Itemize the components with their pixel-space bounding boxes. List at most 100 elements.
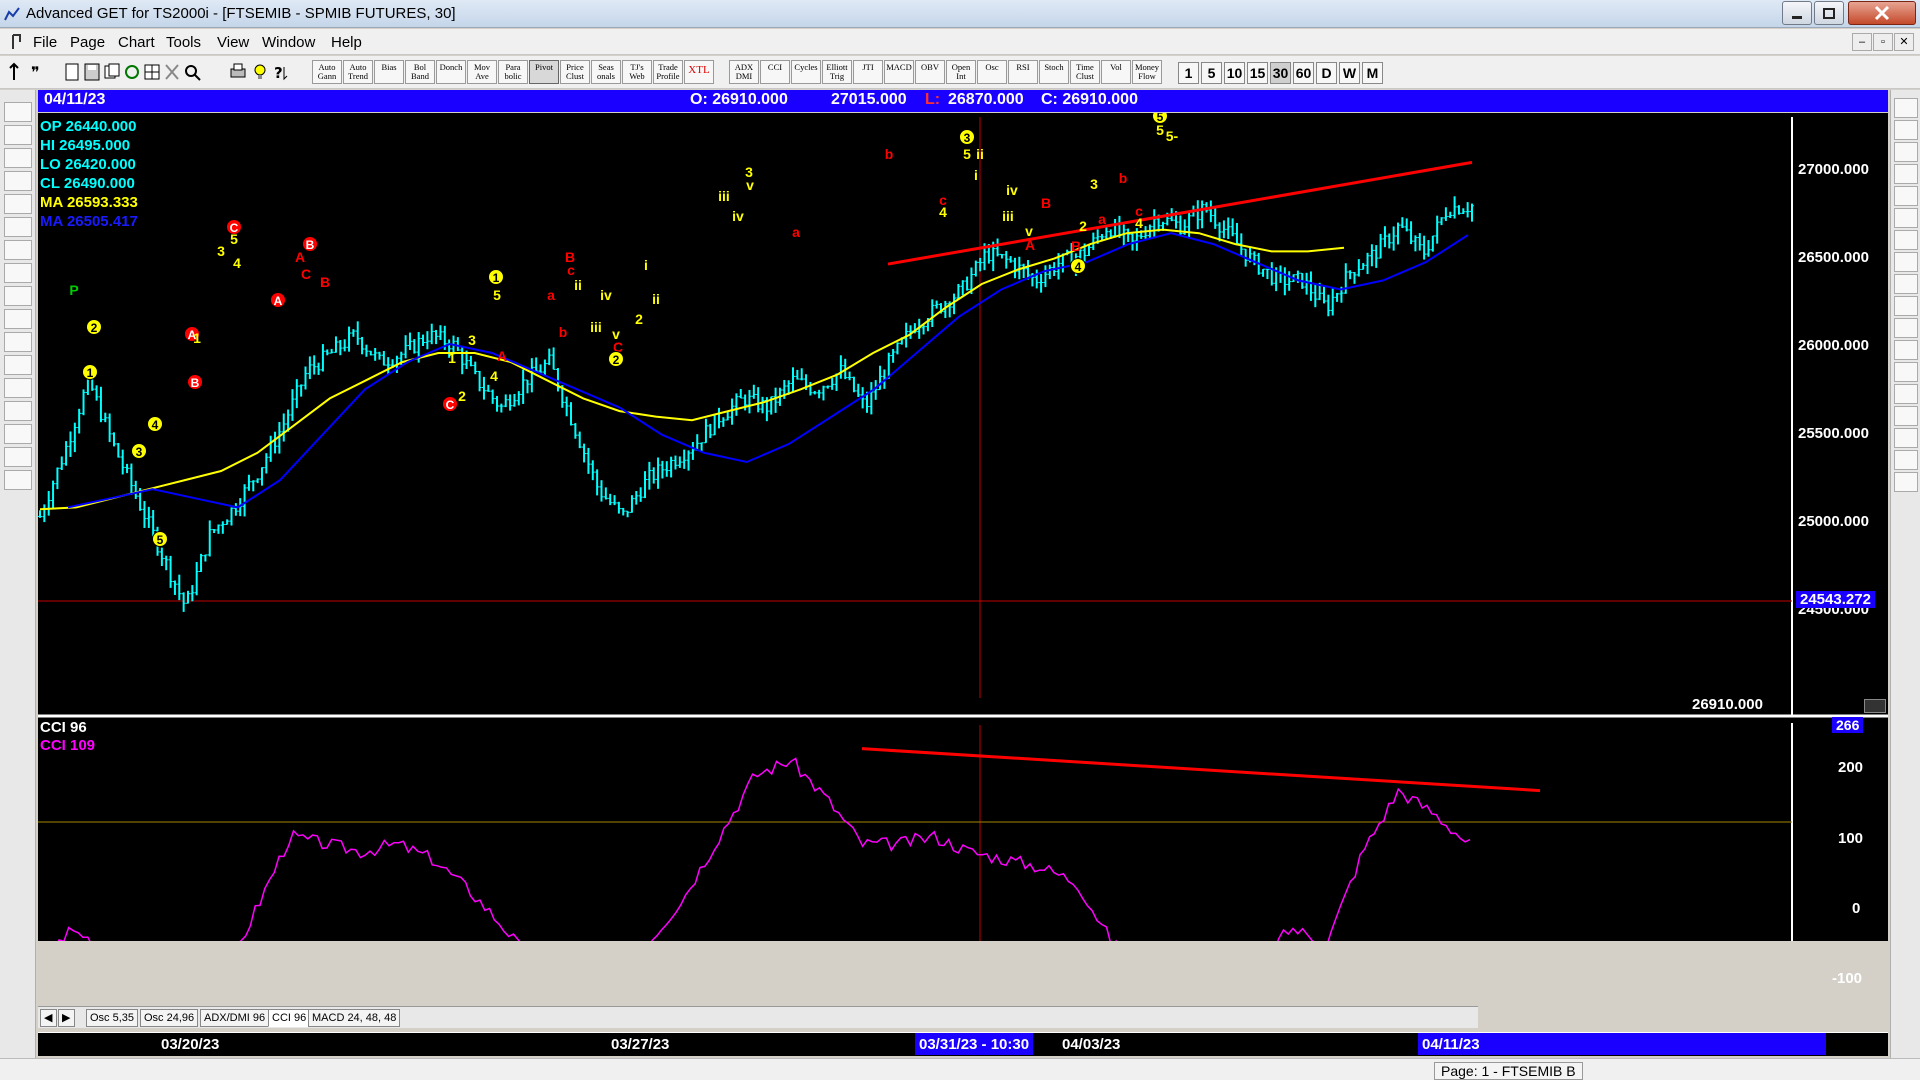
pen-icon[interactable] [1894, 120, 1918, 140]
study-button-mov-ave[interactable]: Mov Ave [467, 60, 497, 84]
arrow-down-icon[interactable] [4, 240, 32, 260]
study-button-elliott-trig[interactable]: Elliott Trig [822, 60, 852, 84]
chart-area[interactable]: P 2 1 4 3 5 C 5 3 4 B A C A B A 1 B 1 5 3 A 1 4 2 C Bc ii a b iv iii v C 2… [38, 113, 1888, 987]
study-button-osc[interactable]: Osc [977, 60, 1007, 84]
menu-window[interactable]: Window [262, 34, 315, 51]
menu-chart[interactable]: Chart [118, 34, 155, 51]
timeframe-button-m[interactable]: M [1362, 62, 1383, 84]
grid-icon[interactable] [1894, 340, 1918, 360]
study-button-tj-s-web[interactable]: TJ's Web [622, 60, 652, 84]
print-icon[interactable] [228, 61, 248, 83]
mdi-restore-button[interactable]: ▫ [1873, 33, 1893, 51]
triangle-icon[interactable] [1894, 384, 1918, 404]
study-button-price-clust[interactable]: Price Clust [560, 60, 590, 84]
study-button-trade-profile[interactable]: Trade Profile [653, 60, 683, 84]
tab-macd[interactable]: MACD 24, 48, 48 [308, 1009, 401, 1027]
pointer-icon[interactable] [6, 61, 26, 83]
line-icon[interactable] [1894, 142, 1918, 162]
tab-osc-5-35[interactable]: Osc 5,35 [86, 1009, 139, 1027]
study-button-cci[interactable]: CCI [760, 60, 790, 84]
reset-icon[interactable] [4, 148, 32, 168]
study-button-auto-trend[interactable]: Auto Trend [343, 60, 373, 84]
study-button-macd[interactable]: MACD [884, 60, 914, 84]
study-button-seas-onals[interactable]: Seas onals [591, 60, 621, 84]
minimize-button[interactable] [1782, 1, 1812, 25]
study-button-rsi[interactable]: RSI [1008, 60, 1038, 84]
new-page-icon[interactable] [62, 61, 82, 83]
study-button-stoch[interactable]: Stoch [1039, 60, 1069, 84]
study-button-obv[interactable]: OBV [915, 60, 945, 84]
tab-adx-dmi-96[interactable]: ADX/DMI 96 [200, 1009, 270, 1027]
study-icon[interactable] [4, 171, 32, 191]
study-button-donch[interactable]: Donch [436, 60, 466, 84]
folder-icon[interactable] [4, 102, 32, 122]
tab-cci-96[interactable]: CCI 96 [268, 1009, 311, 1027]
fib-ret-icon[interactable] [1894, 164, 1918, 184]
elliott-icon[interactable] [4, 194, 32, 214]
menu-file[interactable]: File [33, 34, 57, 51]
pti-icon[interactable] [1894, 318, 1918, 338]
fit-height-icon[interactable] [4, 332, 32, 352]
cycle-icon[interactable] [1894, 450, 1918, 470]
study-button-xtl[interactable]: XTL [684, 60, 714, 84]
timeframe-button-1[interactable]: 1 [1178, 62, 1199, 84]
study-button-vol[interactable]: Vol [1101, 60, 1131, 84]
fit-width-icon[interactable] [4, 309, 32, 329]
study-button-bol-band[interactable]: Bol Band [405, 60, 435, 84]
timeframe-button-d[interactable]: D [1316, 62, 1337, 84]
gann-grid-icon[interactable] [4, 401, 32, 421]
chart-canvas[interactable]: P21435C534BACABA1B153A142CBciiabiviii vC2… [38, 113, 1888, 941]
study-button-para-bolic[interactable]: Para bolic [498, 60, 528, 84]
save-icon[interactable] [82, 61, 102, 83]
fib-ext-icon[interactable] [1894, 186, 1918, 206]
eraser-icon[interactable] [1894, 428, 1918, 448]
tab-scroll-right[interactable]: ▶ [58, 1009, 75, 1027]
maximize-button[interactable] [1814, 1, 1844, 25]
gann-fan-icon[interactable] [4, 125, 32, 145]
help-pointer-icon[interactable]: ? [272, 61, 292, 83]
close-button[interactable] [1848, 1, 1916, 25]
timeframe-button-30[interactable]: 30 [1270, 62, 1291, 84]
arrow-left-icon[interactable] [4, 263, 32, 283]
fan-icon[interactable] [1894, 230, 1918, 250]
study-button-pivot[interactable]: Pivot [529, 60, 559, 84]
zoom-icon[interactable] [1894, 406, 1918, 426]
menu-view[interactable]: View [217, 34, 249, 51]
study-button-adx-dmi[interactable]: ADX DMI [729, 60, 759, 84]
cross-icon[interactable] [4, 447, 32, 467]
quote-icon[interactable]: ❞ [28, 61, 48, 83]
study-button-open-int[interactable]: Open Int [946, 60, 976, 84]
pointer-icon[interactable] [1894, 98, 1918, 118]
mdi-minimize-button[interactable]: – [1852, 33, 1872, 51]
grid-icon[interactable] [4, 355, 32, 375]
refresh-icon[interactable] [122, 61, 142, 83]
mdi-close-button[interactable]: ✕ [1894, 33, 1914, 51]
rect-icon[interactable] [1894, 274, 1918, 294]
ellipse-icon[interactable] [1894, 296, 1918, 316]
timeframe-button-w[interactable]: W [1339, 62, 1360, 84]
copy-icon[interactable] [102, 61, 122, 83]
delete-icon[interactable] [162, 61, 182, 83]
mob-icon[interactable] [1894, 362, 1918, 382]
zoom-in-icon[interactable] [4, 286, 32, 306]
magnet-icon[interactable] [1894, 472, 1918, 492]
tab-scroll-left[interactable]: ◀ [40, 1009, 57, 1027]
trend-icon[interactable] [1894, 252, 1918, 272]
study-button-auto-gann[interactable]: Auto Gann [312, 60, 342, 84]
study-button-cycles[interactable]: Cycles [791, 60, 821, 84]
chart-corner-icon[interactable] [1864, 699, 1886, 713]
fib-time-icon[interactable] [1894, 208, 1918, 228]
tab-osc-24-96[interactable]: Osc 24,96 [140, 1009, 199, 1027]
grid-icon[interactable] [142, 61, 162, 83]
study-button-jti[interactable]: JTI [853, 60, 883, 84]
menu-page[interactable]: Page [70, 34, 105, 51]
arrow-up-icon[interactable] [4, 217, 32, 237]
study-button-time-clust[interactable]: Time Clust [1070, 60, 1100, 84]
study-button-money-flow[interactable]: Money Flow [1132, 60, 1162, 84]
menu-tools[interactable]: Tools [166, 34, 201, 51]
zoom-icon[interactable] [182, 61, 202, 83]
clipboard-icon[interactable] [4, 470, 32, 490]
tip-icon[interactable] [250, 61, 270, 83]
timeframe-button-15[interactable]: 15 [1247, 62, 1268, 84]
menu-help[interactable]: Help [331, 34, 362, 51]
